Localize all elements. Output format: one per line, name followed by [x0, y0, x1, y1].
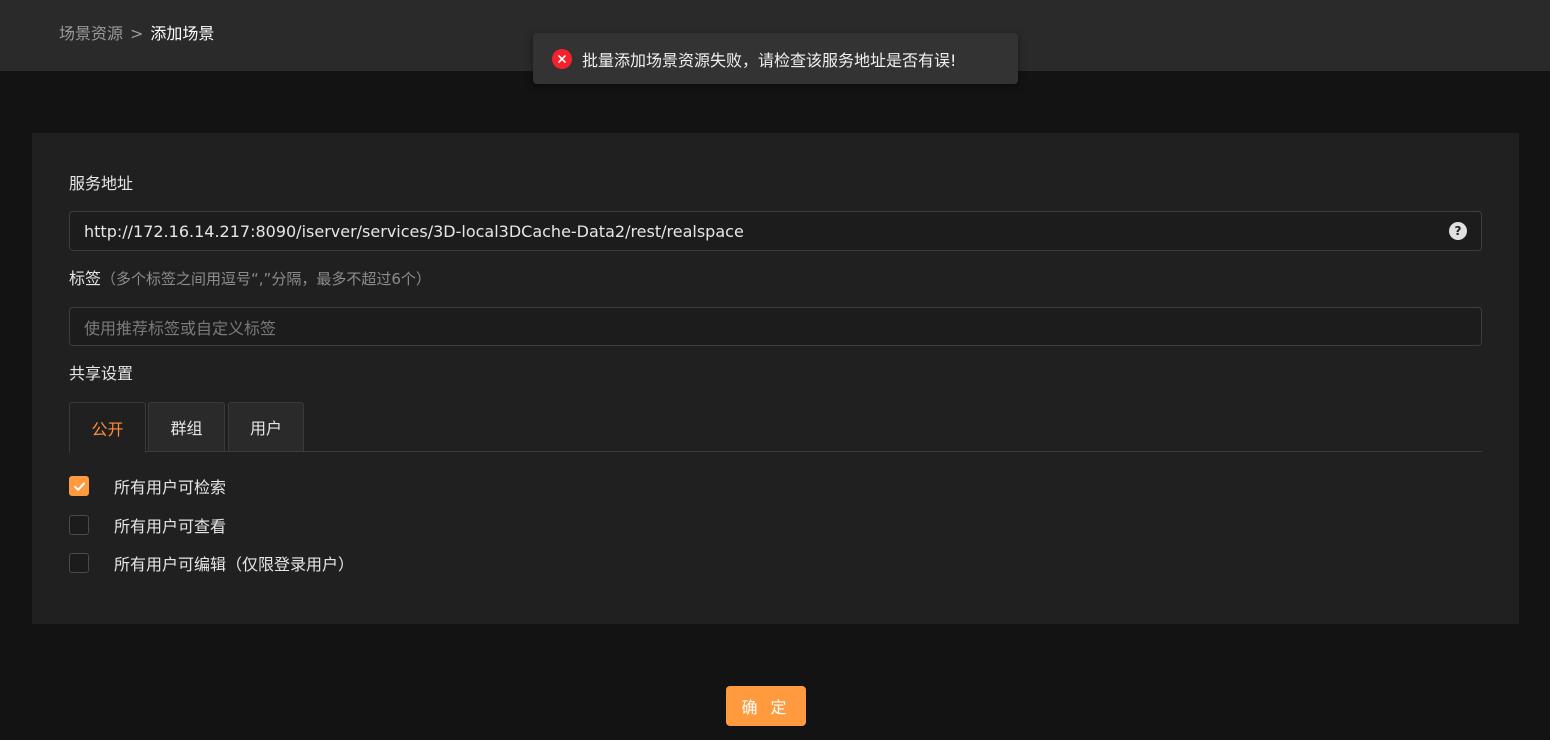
share-settings-label: 共享设置	[69, 364, 134, 383]
tags-input[interactable]: 使用推荐标签或自定义标签	[69, 307, 1482, 346]
question-circle-icon[interactable]: ?	[1449, 222, 1467, 240]
viewable-label: 所有用户可查看	[114, 517, 227, 536]
service-url-value: http://172.16.14.217:8090/iserver/servic…	[84, 221, 744, 241]
error-circle-icon	[552, 48, 572, 69]
option-viewable[interactable]: 所有用户可查看	[69, 513, 226, 537]
tags-hint: （多个标签之间用逗号“,”分隔，最多不超过6个）	[101, 270, 431, 288]
tags-label-text: 标签	[69, 269, 102, 288]
tags-label: 标签（多个标签之间用逗号“,”分隔，最多不超过6个）	[69, 269, 431, 289]
editable-label: 所有用户可编辑（仅限登录用户）	[114, 555, 355, 574]
breadcrumb: 场景资源 > 添加场景	[59, 24, 214, 44]
breadcrumb-link-scene-resources[interactable]: 场景资源	[59, 24, 123, 44]
check-icon	[73, 481, 85, 491]
tab-public[interactable]: 公开	[69, 402, 146, 453]
searchable-checkbox[interactable]	[69, 476, 89, 496]
tags-placeholder: 使用推荐标签或自定义标签	[84, 318, 277, 338]
form-panel: 服务地址 http://172.16.14.217:8090/iserver/s…	[32, 133, 1519, 624]
tab-group[interactable]: 群组	[148, 402, 225, 452]
option-editable[interactable]: 所有用户可编辑（仅限登录用户）	[69, 551, 354, 575]
option-searchable[interactable]: 所有用户可检索	[69, 474, 226, 498]
toast-message: 批量添加场景资源失败，请检查该服务地址是否有误!	[582, 50, 957, 70]
confirm-button[interactable]: 确 定	[726, 686, 806, 726]
share-tabs: 公开 群组 用户	[69, 402, 1482, 453]
viewable-checkbox[interactable]	[69, 515, 89, 535]
breadcrumb-separator: >	[130, 24, 144, 43]
tab-user[interactable]: 用户	[228, 402, 304, 452]
service-url-label: 服务地址	[69, 174, 134, 193]
editable-checkbox[interactable]	[69, 553, 89, 573]
service-url-input[interactable]: http://172.16.14.217:8090/iserver/servic…	[69, 211, 1482, 251]
breadcrumb-current: 添加场景	[150, 24, 215, 43]
searchable-label: 所有用户可检索	[114, 478, 227, 497]
error-toast: 批量添加场景资源失败，请检查该服务地址是否有误!	[533, 33, 1018, 84]
